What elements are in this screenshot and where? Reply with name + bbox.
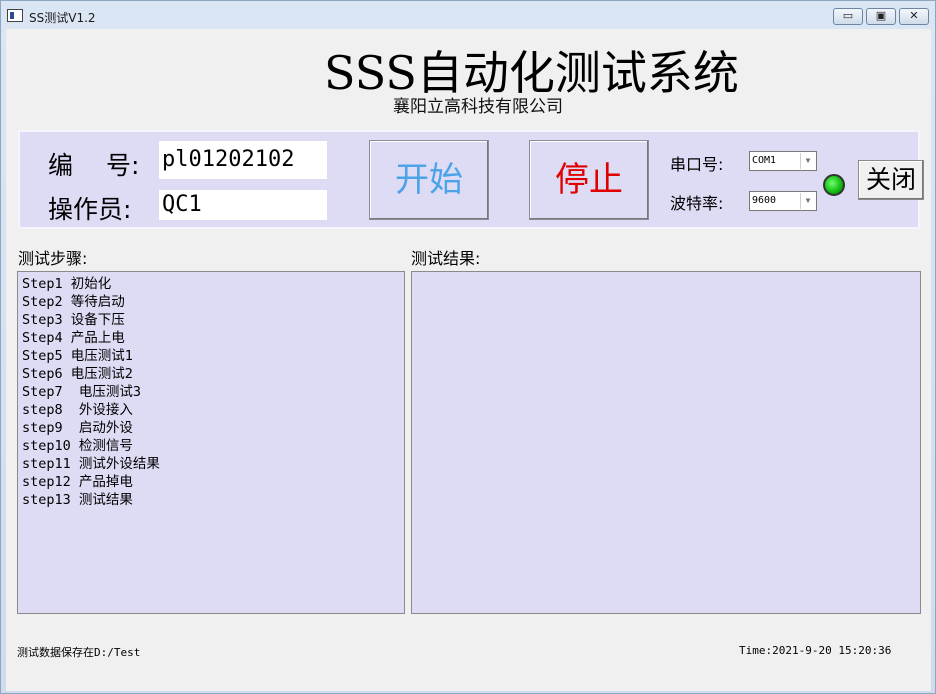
close-button[interactable]: 关闭: [858, 160, 924, 200]
list-item[interactable]: step10 检测信号: [22, 437, 400, 455]
list-item[interactable]: Step2 等待启动: [22, 293, 400, 311]
company-name: 襄阳立高科技有限公司: [393, 97, 563, 117]
list-item[interactable]: Step5 电压测试1: [22, 347, 400, 365]
chevron-down-icon[interactable]: ▼: [800, 153, 815, 169]
serial-port-select[interactable]: COM1 ▼: [749, 151, 817, 171]
start-button-label: 开始: [395, 160, 463, 200]
baud-rate-value: 9600: [752, 195, 777, 206]
client-area: SSS自动化测试系统 襄阳立高科技有限公司 编 号: pl01202102 操作…: [6, 29, 931, 691]
serial-number-label: 编 号:: [48, 151, 140, 180]
save-path-status: 测试数据保存在D:/Test: [17, 646, 141, 659]
window-title: SS测试V1.2: [29, 11, 96, 25]
list-item[interactable]: step12 产品掉电: [22, 473, 400, 491]
chevron-down-icon[interactable]: ▼: [800, 193, 815, 209]
list-item[interactable]: step13 测试结果: [22, 491, 400, 509]
serial-number-input[interactable]: pl01202102: [159, 141, 327, 179]
maximize-button[interactable]: ▣: [866, 8, 896, 25]
list-item[interactable]: Step6 电压测试2: [22, 365, 400, 383]
list-item[interactable]: Step3 设备下压: [22, 311, 400, 329]
stop-button-label: 停止: [555, 160, 623, 200]
app-window: SS测试V1.2 ▭ ▣ ✕ SSS自动化测试系统 襄阳立高科技有限公司 编 号…: [0, 0, 936, 694]
list-item[interactable]: step9 启动外设: [22, 419, 400, 437]
serial-port-label: 串口号:: [670, 155, 724, 174]
start-button[interactable]: 开始: [369, 140, 489, 220]
minimize-button[interactable]: ▭: [833, 8, 863, 25]
test-steps-list[interactable]: Step1 初始化 Step2 等待启动 Step3 设备下压 Step4 产品…: [17, 271, 405, 614]
list-item[interactable]: Step4 产品上电: [22, 329, 400, 347]
operator-input[interactable]: QC1: [159, 190, 327, 220]
title-bar[interactable]: SS测试V1.2 ▭ ▣ ✕: [1, 1, 935, 29]
list-item[interactable]: Step1 初始化: [22, 275, 400, 293]
list-item[interactable]: Step7 电压测试3: [22, 383, 400, 401]
list-item[interactable]: step8 外设接入: [22, 401, 400, 419]
test-results-list[interactable]: [411, 271, 921, 614]
baud-rate-select[interactable]: 9600 ▼: [749, 191, 817, 211]
serial-port-value: COM1: [752, 155, 777, 166]
time-status: Time:2021-9-20 15:20:36: [739, 644, 892, 657]
stop-button[interactable]: 停止: [529, 140, 649, 220]
close-window-button[interactable]: ✕: [899, 8, 929, 25]
operator-label: 操作员:: [48, 195, 132, 224]
status-led-icon: [823, 174, 845, 196]
app-icon: [7, 9, 23, 22]
test-results-label: 测试结果:: [411, 249, 481, 268]
control-panel: 编 号: pl01202102 操作员: QC1 开始 停止 串口号: COM1…: [18, 130, 924, 229]
baud-rate-label: 波特率:: [670, 194, 724, 213]
test-steps-label: 测试步骤:: [18, 249, 88, 268]
list-item[interactable]: step11 测试外设结果: [22, 455, 400, 473]
